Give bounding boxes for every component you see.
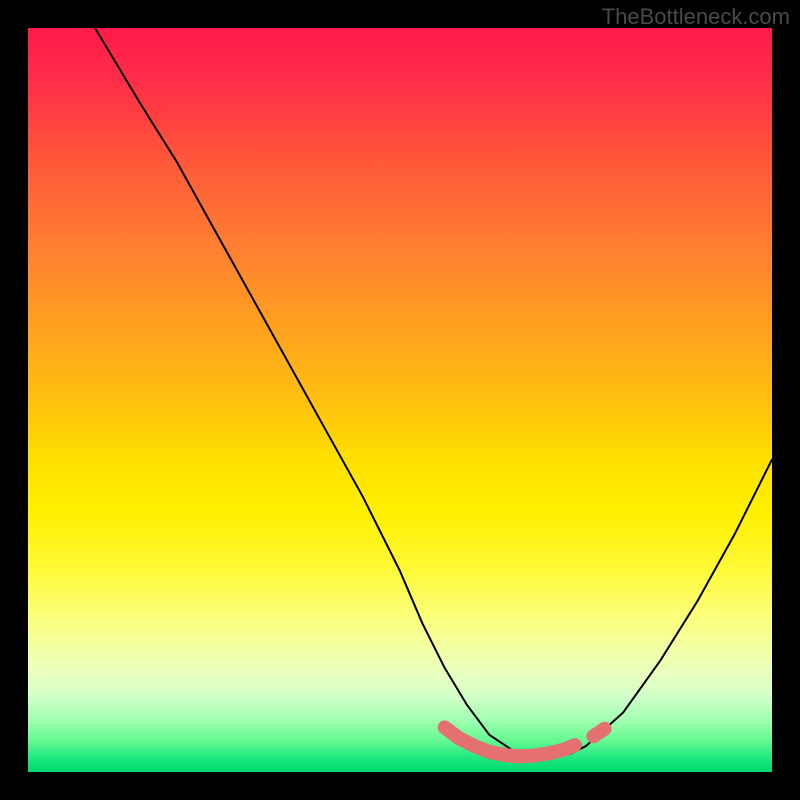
bottleneck-curve-path [95,28,772,757]
optimal-zone-marker-path [445,727,575,756]
watermark-text: TheBottleneck.com [602,4,790,30]
optimal-zone-marker-right-path [593,729,604,737]
chart-svg [28,28,772,772]
chart-area [28,28,772,772]
